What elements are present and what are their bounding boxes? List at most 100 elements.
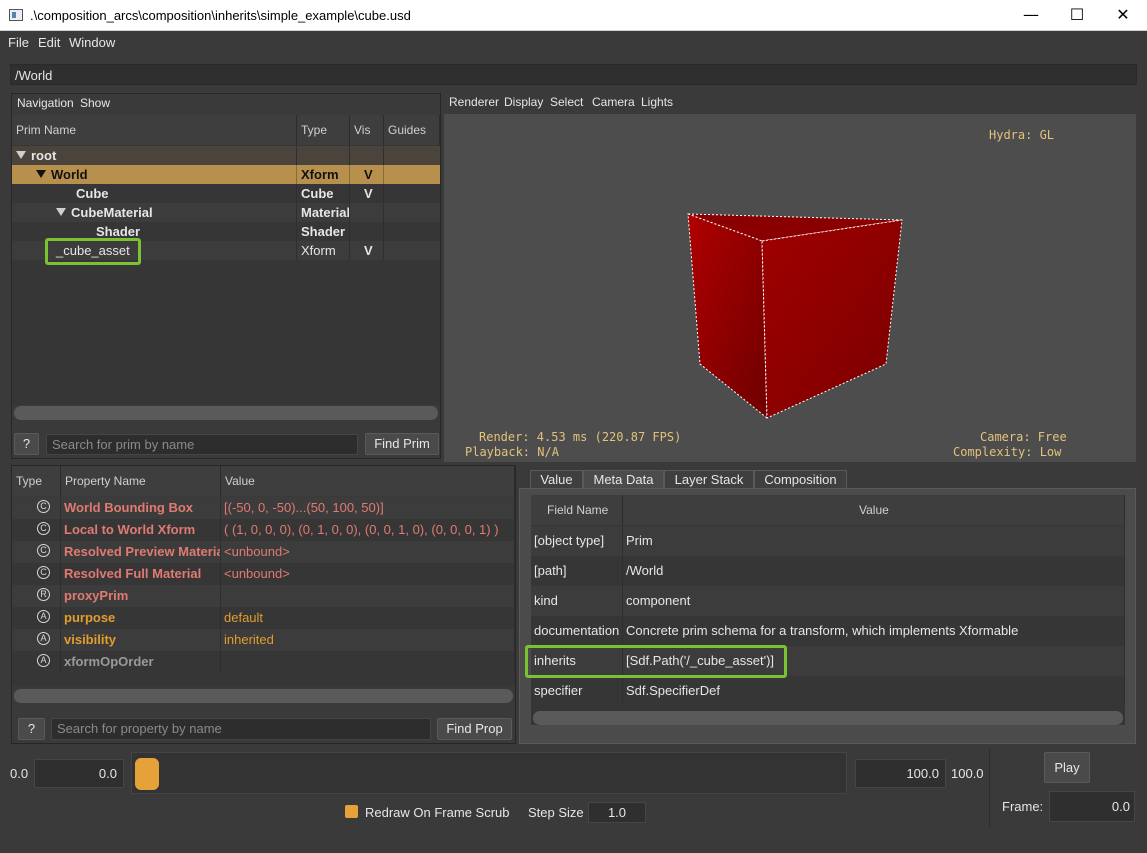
- menu-navigation[interactable]: Navigation: [17, 96, 74, 110]
- prim-search-input[interactable]: Search for prim by name: [46, 434, 358, 455]
- highlight-box: [525, 645, 787, 678]
- relationship-prop-icon: R: [37, 588, 50, 601]
- menu-lights[interactable]: Lights: [641, 95, 673, 109]
- prim-panel: Navigation Show Prim Name Type Vis Guide…: [11, 93, 441, 459]
- complexity-stats: Complexity: Low: [953, 445, 1062, 459]
- property-row[interactable]: A visibility inherited: [12, 629, 515, 651]
- slider-handle[interactable]: [135, 758, 159, 790]
- computed-prop-icon: C: [37, 544, 50, 557]
- title-bar: .\composition_arcs\composition\inherits\…: [0, 0, 1147, 31]
- property-row[interactable]: C Local to World Xform ( (1, 0, 0, 0), (…: [12, 519, 515, 541]
- menu-select[interactable]: Select: [550, 95, 583, 109]
- render-stats: Render: 4.53 ms (220.87 FPS): [479, 430, 682, 444]
- tree-row-world[interactable]: World Xform V: [12, 165, 440, 184]
- menu-file[interactable]: File: [8, 35, 29, 50]
- path-text: /World: [15, 68, 53, 83]
- computed-prop-icon: C: [37, 500, 50, 513]
- computed-prop-icon: C: [37, 566, 50, 579]
- col-type[interactable]: Type: [297, 115, 350, 145]
- frame-label: Frame:: [1002, 799, 1044, 814]
- col-vis[interactable]: Vis: [350, 115, 384, 145]
- tab-composition[interactable]: Composition: [754, 470, 847, 489]
- step-size-input[interactable]: 1.0: [588, 802, 646, 823]
- prim-tree-scrollbar[interactable]: [14, 406, 438, 420]
- tree-row-root[interactable]: root: [12, 146, 440, 165]
- property-row[interactable]: C Resolved Preview Material <unbound>: [12, 541, 515, 563]
- highlight-box: [45, 238, 141, 265]
- meta-row[interactable]: specifier Sdf.SpecifierDef: [531, 676, 1125, 706]
- expand-arrow-icon[interactable]: [16, 151, 26, 159]
- redraw-label: Redraw On Frame Scrub: [365, 805, 510, 820]
- playback-stats: Playback: N/A: [465, 445, 559, 459]
- expand-arrow-icon[interactable]: [56, 208, 66, 216]
- find-prim-button[interactable]: Find Prim: [365, 433, 439, 455]
- divider: [989, 749, 990, 827]
- col-guides[interactable]: Guides: [384, 115, 440, 145]
- frame-slider[interactable]: [131, 752, 847, 794]
- menu-camera[interactable]: Camera: [592, 95, 635, 109]
- expand-arrow-icon[interactable]: [36, 170, 46, 178]
- step-size-label: Step Size: [528, 805, 584, 820]
- col-prop-type[interactable]: Type: [12, 466, 61, 496]
- cube-render: [687, 213, 903, 420]
- prim-tree: Prim Name Type Vis Guides root World Xfo…: [12, 115, 440, 405]
- col-meta-value[interactable]: Value: [623, 495, 1125, 525]
- window-title: .\composition_arcs\composition\inherits\…: [30, 8, 411, 23]
- viewport-menubar: Renderer Display Select Camera Lights: [444, 93, 1136, 114]
- property-row[interactable]: A xformOpOrder: [12, 651, 515, 673]
- tree-row-cube[interactable]: Cube Cube V: [12, 184, 440, 203]
- path-field[interactable]: /World: [10, 64, 1137, 85]
- property-row[interactable]: A purpose default: [12, 607, 515, 629]
- property-search-input[interactable]: Search for property by name: [51, 718, 431, 740]
- frame-input[interactable]: 0.0: [1049, 791, 1135, 822]
- tree-row-cubematerial[interactable]: CubeMaterial Material: [12, 203, 440, 222]
- viewport[interactable]: Hydra: GL Render: 4.53 ms (220.87 FPS) P…: [444, 114, 1136, 462]
- menu-edit[interactable]: Edit: [38, 35, 60, 50]
- property-row[interactable]: R proxyPrim: [12, 585, 515, 607]
- meta-row[interactable]: [object type] Prim: [531, 526, 1125, 556]
- meta-panel: Field Name Value [object type] Prim [pat…: [519, 488, 1136, 744]
- meta-table: Field Name Value [object type] Prim [pat…: [525, 495, 1125, 725]
- col-field-name[interactable]: Field Name: [531, 495, 623, 525]
- prop-help-button[interactable]: ?: [18, 718, 45, 740]
- meta-row[interactable]: kind component: [531, 586, 1125, 616]
- find-prop-button[interactable]: Find Prop: [437, 718, 512, 740]
- tab-value[interactable]: Value: [530, 470, 583, 489]
- camera-stats: Camera: Free: [980, 430, 1067, 444]
- tab-layer-stack[interactable]: Layer Stack: [664, 470, 754, 489]
- cube-left-face: [687, 213, 768, 420]
- property-row[interactable]: C Resolved Full Material <unbound>: [12, 563, 515, 585]
- col-prop-value[interactable]: Value: [221, 466, 515, 496]
- attribute-prop-icon: A: [37, 632, 50, 645]
- meta-scrollbar[interactable]: [533, 711, 1123, 725]
- start-frame-label: 0.0: [10, 766, 29, 781]
- redraw-checkbox[interactable]: [345, 805, 358, 818]
- menu-bar: File Edit Window: [0, 31, 1147, 53]
- col-prim-name[interactable]: Prim Name: [12, 115, 297, 145]
- property-scrollbar[interactable]: [14, 689, 513, 703]
- meta-row[interactable]: [path] /World: [531, 556, 1125, 586]
- tab-meta-data[interactable]: Meta Data: [583, 470, 664, 489]
- minimize-button[interactable]: —: [1008, 0, 1054, 31]
- play-button[interactable]: Play: [1044, 752, 1090, 783]
- computed-prop-icon: C: [37, 522, 50, 535]
- col-prop-name[interactable]: Property Name: [61, 466, 221, 496]
- property-row[interactable]: C World Bounding Box [(-50, 0, -50)...(5…: [12, 497, 515, 519]
- prim-help-button[interactable]: ?: [14, 433, 39, 455]
- hydra-label: Hydra: GL: [989, 128, 1055, 142]
- meta-row[interactable]: documentation Concrete prim schema for a…: [531, 616, 1125, 646]
- menu-show[interactable]: Show: [80, 96, 110, 110]
- attribute-prop-icon: A: [37, 610, 50, 623]
- end-frame-label: 100.0: [951, 766, 984, 781]
- maximize-button[interactable]: ☐: [1054, 0, 1100, 31]
- menu-window[interactable]: Window: [69, 35, 115, 50]
- start-frame-input[interactable]: 0.0: [34, 759, 124, 788]
- cube-front-face: [761, 219, 903, 419]
- menu-display[interactable]: Display: [504, 95, 543, 109]
- property-list: C World Bounding Box [(-50, 0, -50)...(5…: [12, 497, 515, 686]
- end-frame-input[interactable]: 100.0: [855, 759, 946, 788]
- property-panel: Type Property Name Value C World Boundin…: [11, 465, 516, 744]
- menu-renderer[interactable]: Renderer: [449, 95, 499, 109]
- close-button[interactable]: ✕: [1100, 0, 1146, 31]
- app-icon: [9, 9, 23, 21]
